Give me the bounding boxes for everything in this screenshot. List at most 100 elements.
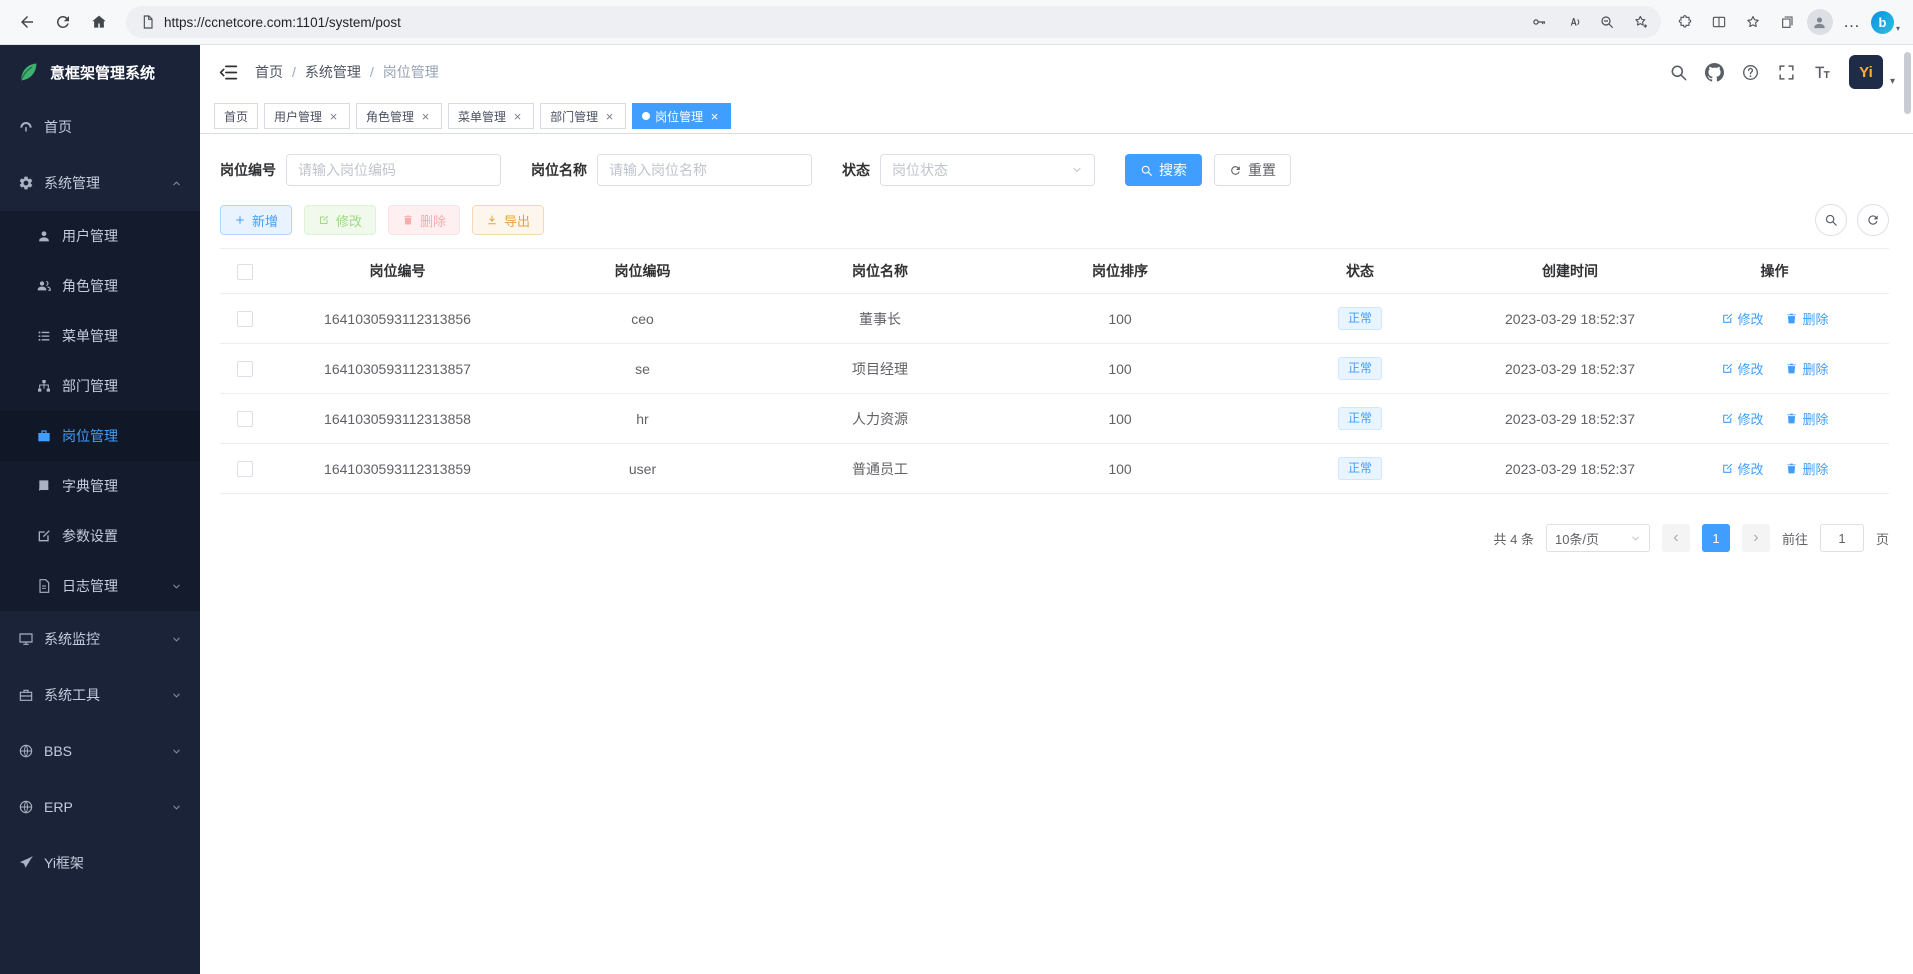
user-icon [36,228,52,244]
sidebar-item-home[interactable]: 首页 [0,99,200,155]
sidebar-item-department-management[interactable]: 部门管理 [0,361,200,411]
sidebar-group-erp[interactable]: ERP [0,779,200,835]
select-all-checkbox[interactable] [237,264,253,280]
refresh-table-button[interactable] [1857,204,1889,236]
font-size-icon[interactable] [1813,63,1832,82]
read-aloud-button[interactable] [1559,8,1587,36]
tab-menu-management[interactable]: 菜单管理 × [448,103,534,129]
extensions-button[interactable] [1671,8,1699,36]
browser-profile-button[interactable] [1807,9,1833,35]
sidebar-item-yi-framework[interactable]: Yi框架 [0,835,200,891]
chevron-down-icon [171,581,182,592]
row-delete-button[interactable]: 删除 [1785,459,1828,478]
current-page-button[interactable]: 1 [1702,524,1730,552]
export-button[interactable]: 导出 [472,205,544,235]
sidebar-group-system-tools[interactable]: 系统工具 [0,667,200,723]
next-page-button[interactable]: › [1742,524,1770,552]
split-screen-button[interactable] [1705,8,1733,36]
split-screen-icon [1711,14,1727,30]
chevron-up-icon [171,178,182,189]
tab-post-management[interactable]: 岗位管理 × [632,103,731,129]
row-checkbox[interactable] [237,411,253,427]
page-scrollbar[interactable] [1904,52,1911,114]
tab-home[interactable]: 首页 [214,103,258,129]
post-name-input[interactable] [597,154,812,186]
close-icon[interactable]: × [327,110,340,123]
breadcrumb-separator: / [292,64,296,80]
bing-sidebar-button[interactable]: b ▾ [1871,11,1901,34]
avatar-caret-icon[interactable]: ▾ [1890,76,1895,87]
row-edit-button[interactable]: 修改 [1721,359,1764,378]
row-checkbox[interactable] [237,311,253,327]
favorites-button[interactable] [1739,8,1767,36]
prev-page-button[interactable]: ‹ [1662,524,1690,552]
help-icon[interactable] [1741,63,1760,82]
filter-post-code: 岗位编号 [220,154,501,186]
tab-user-management[interactable]: 用户管理 × [264,103,350,129]
sidebar-group-system-monitoring[interactable]: 系统监控 [0,611,200,667]
row-checkbox[interactable] [237,461,253,477]
sidebar-group-bbs[interactable]: BBS [0,723,200,779]
row-delete-button[interactable]: 删除 [1785,359,1828,378]
goto-label: 前往 [1782,529,1808,548]
star-add-icon [1633,14,1649,30]
browser-menu-button[interactable]: … [1839,12,1865,32]
sidebar-group-log-management[interactable]: 日志管理 [0,561,200,611]
edit-button[interactable]: 修改 [304,205,376,235]
status-select[interactable]: 岗位状态 [880,154,1095,186]
collapse-sidebar-icon[interactable] [218,62,239,83]
goto-page-input[interactable] [1820,524,1864,552]
close-icon[interactable]: × [419,110,432,123]
row-edit-button[interactable]: 修改 [1721,409,1764,428]
close-icon[interactable]: × [708,110,721,123]
search-icon [1140,164,1153,177]
edit-square-icon [1721,312,1734,325]
github-icon[interactable] [1705,63,1724,82]
collections-button[interactable] [1773,8,1801,36]
sidebar-group-system-management[interactable]: 系统管理 [0,155,200,211]
url-text[interactable]: https://ccnetcore.com:1101/system/post [164,15,1519,30]
sidebar-item-parameter-settings[interactable]: 参数设置 [0,511,200,561]
row-edit-button[interactable]: 修改 [1721,459,1764,478]
page-size-value: 10条/页 [1555,529,1599,548]
close-icon[interactable]: × [511,110,524,123]
avatar[interactable]: Yi [1849,55,1883,89]
post-table: 岗位编号 岗位编码 岗位名称 岗位排序 状态 创建时间 操作 16410305 [220,248,1889,494]
row-delete-button[interactable]: 删除 [1785,409,1828,428]
org-tree-icon [36,378,52,394]
show-search-button[interactable] [1815,204,1847,236]
cell-post-name: 人力资源 [760,394,1000,444]
add-favorite-button[interactable] [1627,8,1655,36]
close-icon[interactable]: × [603,110,616,123]
page-size-select[interactable]: 10条/页 [1546,524,1650,552]
browser-home-button[interactable] [82,5,116,39]
cell-post-sort: 100 [1000,394,1240,444]
breadcrumb-home[interactable]: 首页 [255,62,283,82]
row-edit-button[interactable]: 修改 [1721,309,1764,328]
tab-department-management[interactable]: 部门管理 × [540,103,626,129]
add-button[interactable]: 新增 [220,205,292,235]
sidebar-item-menu-management[interactable]: 菜单管理 [0,311,200,361]
sidebar-item-role-management[interactable]: 角色管理 [0,261,200,311]
cell-created-at: 2023-03-29 18:52:37 [1480,394,1660,444]
row-delete-button[interactable]: 删除 [1785,309,1828,328]
post-code-input[interactable] [286,154,501,186]
tab-role-management[interactable]: 角色管理 × [356,103,442,129]
browser-back-button[interactable] [10,5,44,39]
breadcrumb-system-management[interactable]: 系统管理 [305,62,361,82]
site-info-icon[interactable] [138,12,158,32]
saved-password-button[interactable] [1525,8,1553,36]
address-bar[interactable]: https://ccnetcore.com:1101/system/post [126,6,1661,38]
sidebar-item-dict-management[interactable]: 字典管理 [0,461,200,511]
search-icon[interactable] [1669,63,1688,82]
search-button[interactable]: 搜索 [1125,154,1202,186]
fullscreen-icon[interactable] [1777,63,1796,82]
sidebar-item-user-management[interactable]: 用户管理 [0,211,200,261]
browser-refresh-button[interactable] [46,5,80,39]
row-checkbox[interactable] [237,361,253,377]
cell-post-name: 董事长 [760,294,1000,344]
delete-button[interactable]: 删除 [388,205,460,235]
sidebar-item-post-management[interactable]: 岗位管理 [0,411,200,461]
zoom-button[interactable] [1593,8,1621,36]
reset-button[interactable]: 重置 [1214,154,1291,186]
